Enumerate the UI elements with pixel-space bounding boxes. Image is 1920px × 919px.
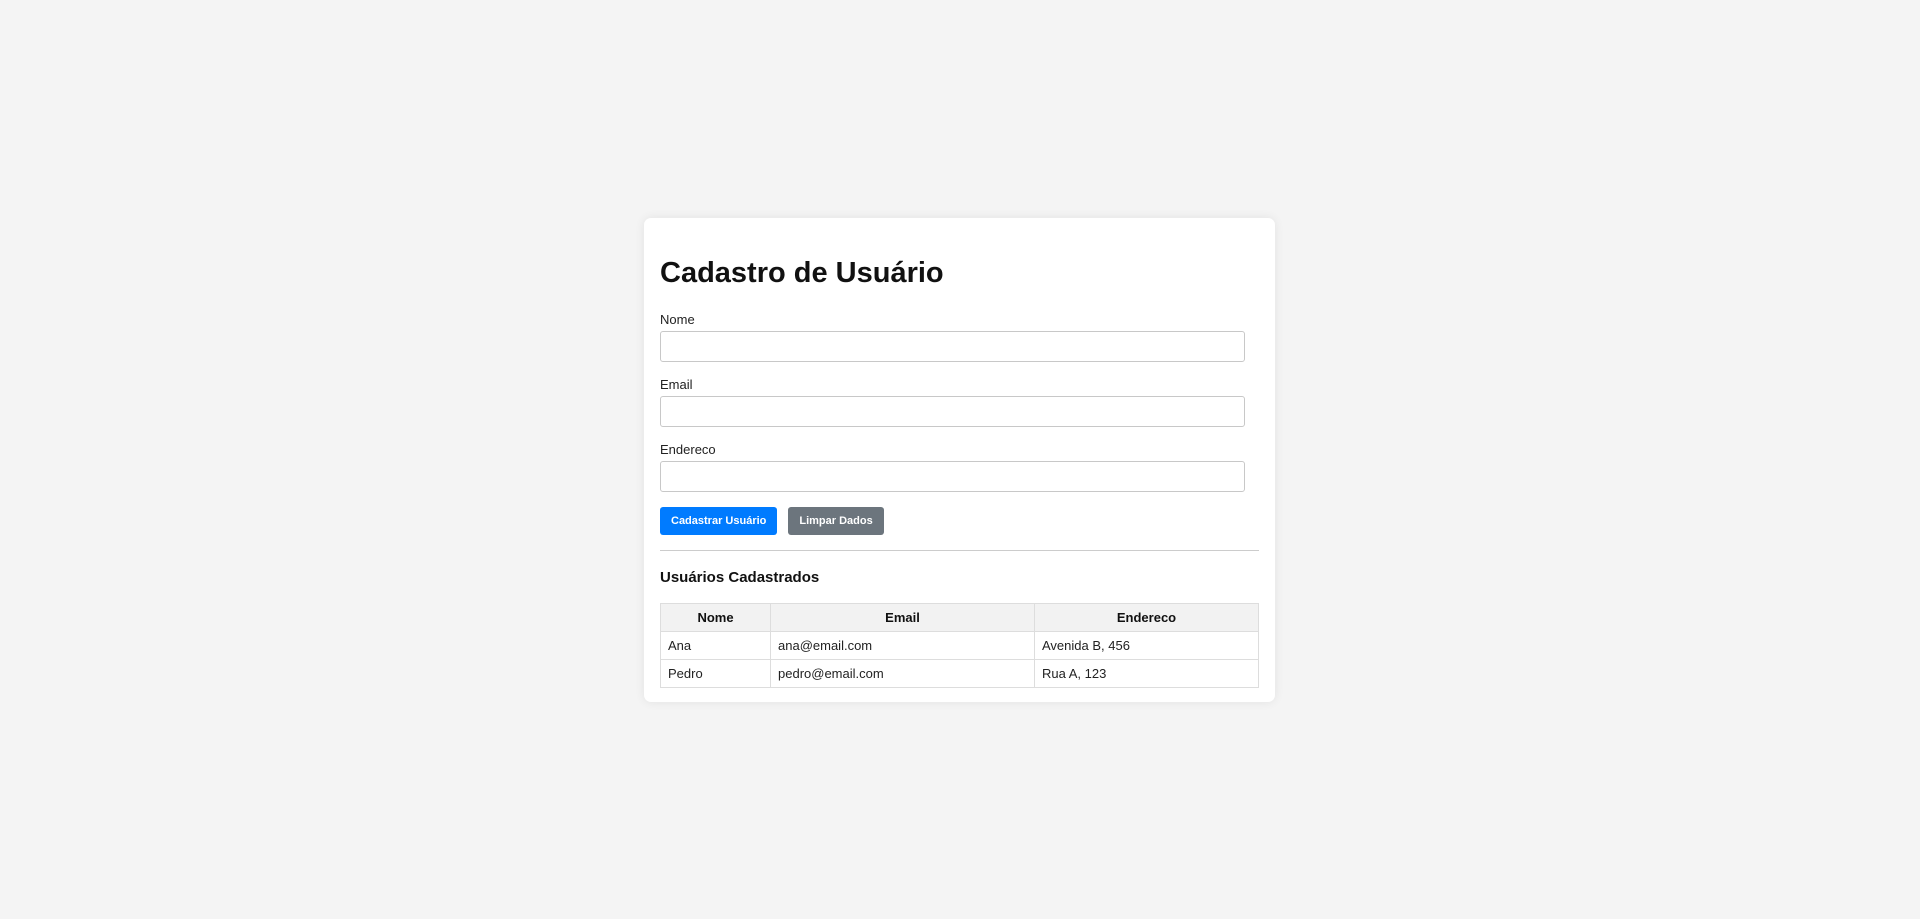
table-row: Pedro pedro@email.com Rua A, 123: [660, 659, 1259, 688]
address-input[interactable]: [660, 461, 1245, 492]
clear-data-button[interactable]: Limpar Dados: [788, 507, 884, 535]
cell-address: Avenida B, 456: [1034, 631, 1259, 660]
cell-email: pedro@email.com: [770, 659, 1035, 688]
name-input[interactable]: [660, 331, 1245, 362]
registration-form: Nome Email Endereco Cadastrar Usuário Li…: [660, 312, 1259, 535]
register-user-button[interactable]: Cadastrar Usuário: [660, 507, 778, 535]
address-label: Endereco: [660, 442, 716, 457]
users-table: Nome Email Endereco Ana ana@email.com Av…: [660, 603, 1259, 688]
section-divider: [660, 550, 1259, 551]
users-heading: Usuários Cadastrados: [660, 569, 820, 586]
email-label: Email: [660, 377, 693, 392]
form-actions: Cadastrar Usuário Limpar Dados: [660, 507, 1259, 535]
cell-address: Rua A, 123: [1034, 659, 1259, 688]
page-title: Cadastro de Usuário: [660, 257, 944, 289]
column-header-name: Nome: [660, 603, 771, 632]
registration-card: Cadastro de Usuário Nome Email Endereco …: [644, 218, 1275, 702]
column-header-email: Email: [770, 603, 1035, 632]
table-header-row: Nome Email Endereco: [660, 603, 1259, 632]
cell-name: Ana: [660, 631, 771, 660]
column-header-address: Endereco: [1034, 603, 1259, 632]
cell-email: ana@email.com: [770, 631, 1035, 660]
cell-name: Pedro: [660, 659, 771, 688]
table-row: Ana ana@email.com Avenida B, 456: [660, 631, 1259, 660]
name-label: Nome: [660, 312, 695, 327]
email-input[interactable]: [660, 396, 1245, 427]
